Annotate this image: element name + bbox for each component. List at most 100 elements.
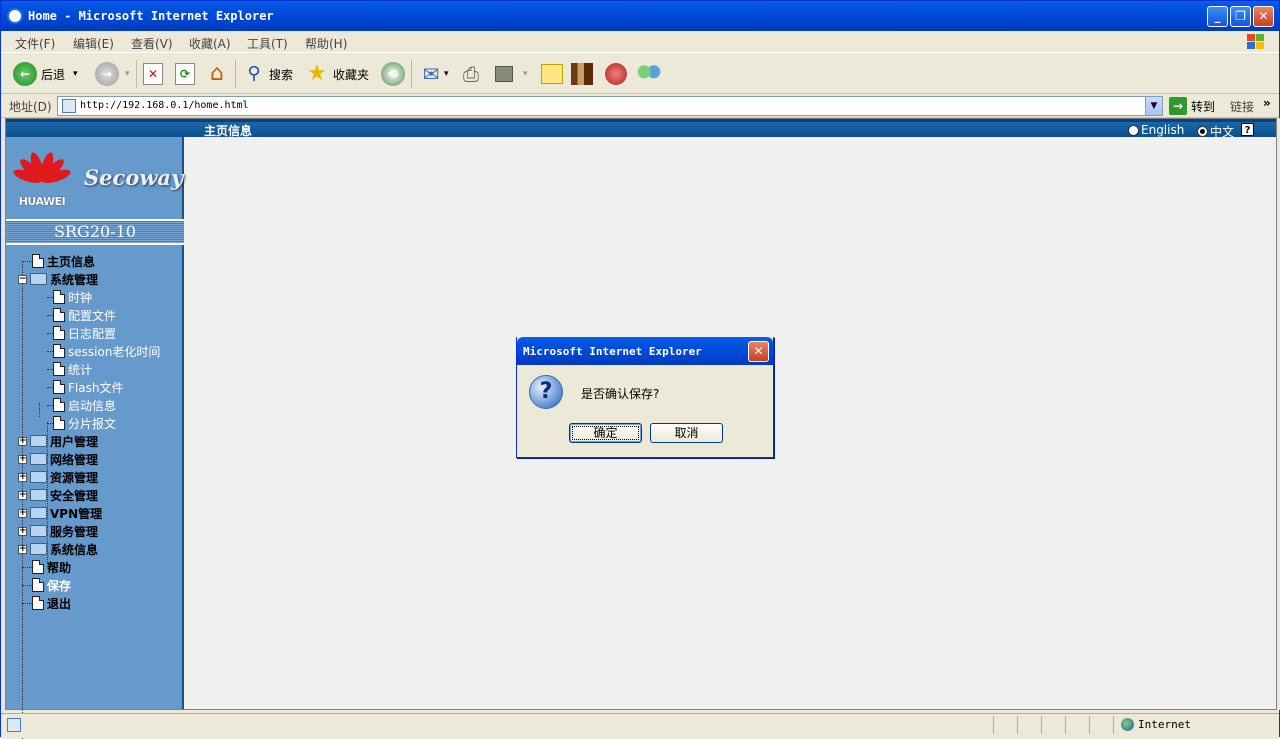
lang-chinese-option[interactable]: 中文 (1197, 123, 1234, 140)
menu-file[interactable]: 文件(F) (15, 35, 55, 52)
mail-dropdown-icon[interactable]: ▾ (444, 69, 449, 79)
tree-item-system[interactable]: − 系统管理 (18, 270, 98, 288)
tree-item-system-info[interactable]: + 系统信息 (18, 540, 98, 558)
forward-dropdown-icon[interactable]: ▾ (125, 69, 130, 79)
ok-button[interactable]: 确定 (569, 423, 642, 443)
help-icon[interactable]: ? (1241, 123, 1254, 136)
discuss-button[interactable] (541, 60, 563, 88)
go-button[interactable]: 转到 (1191, 98, 1215, 115)
expand-icon[interactable]: + (18, 436, 27, 446)
back-label: 后退 (41, 67, 66, 82)
home-button[interactable]: ⌂ (205, 60, 229, 88)
collapse-icon[interactable]: − (18, 274, 27, 284)
page-header-band: 主页信息 English 中文 ? (6, 119, 1276, 140)
page-status-icon (7, 718, 21, 732)
expand-icon[interactable]: + (18, 490, 27, 500)
title-bar[interactable]: Home - Microsoft Internet Explorer _ ❐ ✕ (1, 1, 1279, 31)
edit-dropdown-icon[interactable]: ▾ (523, 69, 528, 79)
expand-icon[interactable]: + (18, 454, 27, 464)
tree-item-save[interactable]: 保存 (32, 576, 71, 594)
cancel-button[interactable]: 取消 (650, 423, 723, 443)
product-name: Secoway (84, 165, 184, 190)
research-button[interactable] (571, 60, 593, 88)
messenger-button[interactable] (605, 60, 627, 88)
english-radio[interactable] (1128, 124, 1139, 136)
msn-button[interactable] (637, 60, 661, 88)
print-icon: ⎙ (463, 62, 479, 86)
tree-item-help[interactable]: 帮助 (32, 558, 71, 576)
expand-icon[interactable]: + (18, 508, 27, 518)
address-label: 地址(D) (9, 100, 52, 114)
windows-flag-icon (1245, 33, 1265, 51)
media-icon: ⟲ (381, 62, 405, 86)
tree-item-home[interactable]: 主页信息 (32, 252, 95, 270)
msn-people-icon (637, 63, 661, 85)
document-icon (32, 596, 44, 610)
links-button[interactable]: 链接 (1230, 98, 1254, 115)
mail-button[interactable]: ✉ ▾ (419, 60, 449, 88)
menu-edit[interactable]: 编辑(E) (73, 35, 114, 52)
back-dropdown-icon[interactable]: ▾ (73, 69, 78, 79)
lang-english-option[interactable]: English (1128, 123, 1184, 137)
tree-item-log-config[interactable]: 日志配置 (53, 324, 116, 342)
research-books-icon (571, 63, 593, 85)
tree-item-clock[interactable]: 时钟 (53, 288, 92, 306)
tree-item-config-file[interactable]: 配置文件 (53, 306, 116, 324)
chinese-radio[interactable] (1197, 126, 1208, 137)
tree-item-vpn-mgmt[interactable]: + VPN管理 (18, 504, 102, 522)
search-button[interactable]: ⚲ 搜索 (243, 60, 293, 88)
favorites-button[interactable]: ★ 收藏夹 (305, 60, 369, 88)
document-icon (53, 362, 65, 376)
document-icon (32, 578, 44, 592)
expand-icon[interactable]: + (18, 544, 27, 554)
document-icon (32, 254, 44, 268)
tree-item-flash-file[interactable]: Flash文件 (53, 378, 123, 396)
nav-sidebar: HUAWEI Secoway SRG20-10 主页信息 − 系统管理 时钟 配置… (6, 137, 184, 739)
chevron-right-icon[interactable]: » (1263, 96, 1271, 110)
menu-favorites[interactable]: 收藏(A) (189, 35, 231, 52)
expand-icon[interactable]: + (18, 472, 27, 482)
tree-item-boot-info[interactable]: 启动信息 (53, 396, 116, 414)
tree-item-user-mgmt[interactable]: + 用户管理 (18, 432, 98, 450)
folder-icon (30, 489, 47, 501)
menu-help[interactable]: 帮助(H) (305, 35, 347, 52)
edit-button[interactable]: ▾ (495, 60, 528, 88)
print-button[interactable]: ⎙ (459, 60, 483, 88)
tree-item-session-timeout[interactable]: session老化时间 (53, 342, 160, 360)
close-button[interactable]: ✕ (1253, 6, 1274, 27)
mail-icon: ✉ (422, 62, 440, 86)
address-dropdown-button[interactable]: ▼ (1145, 97, 1162, 115)
tree-item-logout[interactable]: 退出 (32, 594, 71, 612)
media-button[interactable]: ⟲ (381, 60, 405, 88)
question-icon: ? (529, 375, 563, 409)
go-arrow-icon[interactable]: → (1169, 97, 1187, 115)
menu-bar: 文件(F) 编辑(E) 查看(V) 收藏(A) 工具(T) 帮助(H) (1, 31, 1279, 53)
tree-item-fragment[interactable]: 分片报文 (53, 414, 116, 432)
tree-item-security-mgmt[interactable]: + 安全管理 (18, 486, 98, 504)
zone-label: Internet (1138, 718, 1191, 731)
stop-button[interactable]: ✕ (143, 60, 163, 88)
tree-item-resource-mgmt[interactable]: + 资源管理 (18, 468, 98, 486)
menu-view[interactable]: 查看(V) (131, 35, 173, 52)
maximize-button[interactable]: ❐ (1230, 6, 1251, 27)
back-button[interactable]: ← 后退 ▾ (13, 60, 78, 88)
address-url[interactable]: http://192.168.0.1/home.html (80, 100, 249, 111)
forward-button[interactable]: → ▾ (95, 60, 130, 88)
expand-icon[interactable]: + (18, 526, 27, 536)
huawei-wordmark: HUAWEI (18, 195, 66, 208)
status-bar: Internet (1, 713, 1279, 737)
help-option[interactable]: ? (1241, 123, 1254, 136)
tree-item-network-mgmt[interactable]: + 网络管理 (18, 450, 98, 468)
huawei-logo: HUAWEI (10, 147, 74, 209)
minimize-button[interactable]: _ (1207, 6, 1228, 27)
tree-item-service-mgmt[interactable]: + 服务管理 (18, 522, 98, 540)
menu-tools[interactable]: 工具(T) (247, 35, 288, 52)
refresh-button[interactable]: ⟳ (175, 60, 195, 88)
tree-item-statistics[interactable]: 统计 (53, 360, 92, 378)
dialog-title-bar[interactable]: Microsoft Internet Explorer ✕ (517, 337, 773, 365)
dialog-close-button[interactable]: ✕ (748, 341, 769, 362)
device-model: SRG20-10 (6, 219, 184, 245)
address-input[interactable]: http://192.168.0.1/home.html ▼ (57, 96, 1163, 116)
confirm-dialog: Microsoft Internet Explorer ✕ ? 是否确认保存? … (516, 337, 774, 458)
search-label: 搜索 (269, 67, 294, 82)
